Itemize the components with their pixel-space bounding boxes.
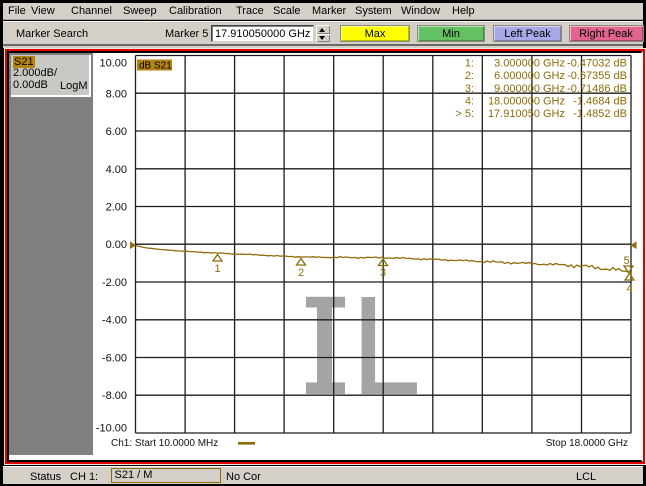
svg-text:6.00: 6.00 xyxy=(106,126,127,138)
svg-text:4.00: 4.00 xyxy=(106,164,127,176)
svg-text:17.910050 GHz: 17.910050 GHz xyxy=(488,108,565,120)
svg-text:-8.00: -8.00 xyxy=(102,390,127,402)
svg-text:> 5:: > 5: xyxy=(455,108,474,120)
svg-text:Stop 18.0000 GHz: Stop 18.0000 GHz xyxy=(546,438,628,449)
svg-text:2.00: 2.00 xyxy=(106,202,127,214)
svg-text:4: 4 xyxy=(626,283,632,295)
svg-text:-4.00: -4.00 xyxy=(102,315,127,327)
svg-text:-0.67355 dB: -0.67355 dB xyxy=(567,70,627,82)
svg-text:3.000000 GHz: 3.000000 GHz xyxy=(494,58,565,70)
svg-text:-10.00: -10.00 xyxy=(96,423,127,435)
svg-text:5: 5 xyxy=(623,255,629,267)
svg-text:2:: 2: xyxy=(465,70,474,82)
svg-text:Ch1: Start 10.0000 MHz: Ch1: Start 10.0000 MHz xyxy=(111,438,218,449)
svg-text:3:: 3: xyxy=(465,83,474,95)
svg-text:0.00: 0.00 xyxy=(106,239,127,251)
svg-text:2: 2 xyxy=(298,267,304,279)
svg-text:-1.4852 dB: -1.4852 dB xyxy=(573,108,627,120)
svg-text:6.000000 GHz: 6.000000 GHz xyxy=(494,70,565,82)
svg-text:-2.00: -2.00 xyxy=(102,277,127,289)
svg-text:9.000000 GHz: 9.000000 GHz xyxy=(494,83,565,95)
svg-text:10.00: 10.00 xyxy=(99,58,127,70)
svg-text:-0.71486 dB: -0.71486 dB xyxy=(567,83,627,95)
svg-text:18.000000 GHz: 18.000000 GHz xyxy=(488,96,565,108)
svg-text:-1.4684 dB: -1.4684 dB xyxy=(573,96,627,108)
svg-text:8.00: 8.00 xyxy=(106,88,127,100)
svg-text:3: 3 xyxy=(380,267,386,279)
svg-text:-0.47032 dB: -0.47032 dB xyxy=(567,58,627,70)
svg-text:1: 1 xyxy=(214,263,220,275)
svg-text:4:: 4: xyxy=(465,96,474,108)
svg-text:-6.00: -6.00 xyxy=(102,353,127,365)
svg-text:1:: 1: xyxy=(465,58,474,70)
svg-text:dB S21: dB S21 xyxy=(139,61,172,72)
